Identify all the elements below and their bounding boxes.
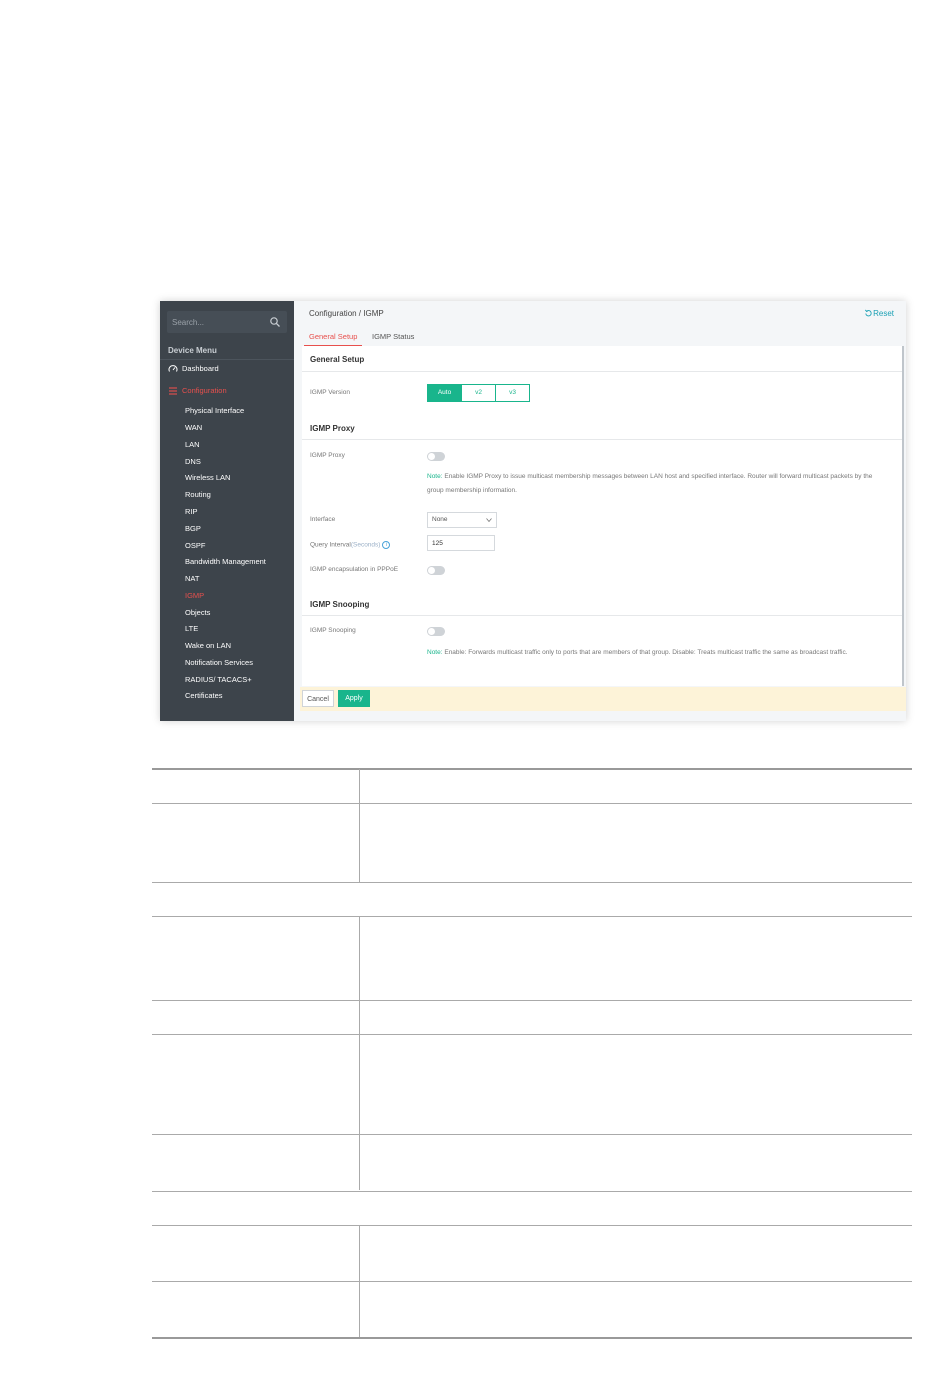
configuration-icon: [169, 387, 177, 395]
sidebar: Device Menu Dashboard Configuration Phys…: [160, 301, 294, 721]
igmp-proxy-note: Note: Enable IGMP Proxy to issue multica…: [427, 470, 877, 498]
tab-bar: General Setup IGMP Status: [300, 329, 900, 347]
search-icon[interactable]: [269, 316, 281, 328]
sidebar-item-igmp[interactable]: IGMP: [185, 591, 204, 600]
query-interval-input[interactable]: [427, 535, 495, 551]
table-row-divider: [152, 916, 912, 917]
sidebar-item-ospf[interactable]: OSPF: [185, 541, 205, 550]
dashboard-icon: [168, 365, 178, 372]
sidebar-item-objects[interactable]: Objects: [185, 608, 210, 617]
breadcrumb: Configuration / IGMP: [309, 309, 384, 318]
table-column-divider: [359, 1225, 360, 1337]
section-divider: [302, 439, 902, 440]
sidebar-item-routing[interactable]: Routing: [185, 490, 211, 499]
reset-icon: [865, 310, 872, 317]
menu-divider: [160, 359, 294, 360]
table-row-divider: [152, 1034, 912, 1035]
reset-label: Reset: [873, 309, 894, 318]
igmp-snooping-toggle[interactable]: [427, 627, 445, 636]
igmp-snooping-note: Note: Enable: Forwards multicast traffic…: [427, 646, 877, 660]
sidebar-item-rip[interactable]: RIP: [185, 507, 198, 516]
search-box[interactable]: [167, 311, 287, 333]
table-row-divider: [152, 1000, 912, 1001]
pppoe-encapsulation-toggle[interactable]: [427, 566, 445, 575]
sidebar-item-bandwidth-management[interactable]: Bandwidth Management: [185, 557, 266, 566]
sidebar-item-physical-interface[interactable]: Physical Interface: [185, 406, 244, 415]
chevron-down-icon: [486, 518, 492, 523]
query-interval-text: Query Interval: [310, 541, 351, 549]
igmp-screenshot: Device Menu Dashboard Configuration Phys…: [160, 301, 906, 721]
main-content: Configuration / IGMP Reset General Setup…: [294, 301, 906, 721]
sidebar-item-configuration[interactable]: Configuration: [182, 386, 227, 395]
sidebar-item-certificates[interactable]: Certificates: [185, 691, 223, 700]
table-row-divider: [152, 1191, 912, 1192]
general-setup-title: General Setup: [310, 355, 365, 364]
table-column-divider: [359, 769, 360, 882]
interface-select[interactable]: None: [427, 512, 497, 528]
sidebar-item-lte[interactable]: LTE: [185, 624, 198, 633]
igmp-proxy-label: IGMP Proxy: [310, 452, 345, 459]
note-text: Enable: Forwards multicast traffic only …: [444, 649, 848, 656]
igmp-snooping-title: IGMP Snooping: [310, 600, 370, 609]
table-row-divider: [152, 803, 912, 804]
tab-igmp-status[interactable]: IGMP Status: [372, 332, 414, 341]
sidebar-item-notification-services[interactable]: Notification Services: [185, 658, 253, 667]
sidebar-item-nat[interactable]: NAT: [185, 574, 199, 583]
section-divider: [302, 615, 902, 616]
igmp-version-label: IGMP Version: [310, 389, 350, 396]
query-interval-label: Query Interval(Seconds) i: [310, 541, 391, 549]
sidebar-item-radius-tacacs[interactable]: RADIUS/ TACACS+: [185, 675, 252, 684]
sidebar-item-wan[interactable]: WAN: [185, 423, 202, 432]
sidebar-item-lan[interactable]: LAN: [185, 440, 200, 449]
table-row-divider: [152, 1225, 912, 1226]
action-bar: Cancel Apply: [300, 687, 906, 711]
table-bottom-border: [152, 1337, 912, 1339]
note-key: Note:: [427, 649, 443, 656]
tab-general-setup[interactable]: General Setup: [309, 332, 357, 341]
note-text: Enable IGMP Proxy to issue multicast mem…: [427, 473, 873, 494]
igmp-version-selector: Auto v2 v3: [427, 384, 530, 402]
igmp-proxy-toggle[interactable]: [427, 452, 445, 461]
table-row-divider: [152, 882, 912, 883]
search-input[interactable]: [172, 311, 264, 333]
table-row-divider: [152, 1134, 912, 1135]
sidebar-item-dns[interactable]: DNS: [185, 457, 201, 466]
query-interval-unit: (Seconds): [350, 541, 381, 549]
info-icon[interactable]: i: [382, 541, 391, 549]
note-key: Note:: [427, 473, 443, 480]
cancel-button[interactable]: Cancel: [302, 690, 334, 707]
interface-value: None: [432, 516, 448, 523]
igmp-version-v2[interactable]: v2: [461, 385, 495, 401]
section-divider: [302, 371, 902, 372]
table-top-border: [152, 768, 912, 770]
apply-button[interactable]: Apply: [338, 690, 370, 707]
igmp-proxy-title: IGMP Proxy: [310, 424, 355, 433]
interface-label: Interface: [310, 516, 336, 523]
igmp-version-auto[interactable]: Auto: [428, 385, 461, 401]
menu-title: Device Menu: [168, 346, 217, 355]
reset-button[interactable]: Reset: [864, 309, 894, 318]
sidebar-item-wake-on-lan[interactable]: Wake on LAN: [185, 641, 231, 650]
sidebar-item-bgp[interactable]: BGP: [185, 524, 201, 533]
sidebar-item-wireless-lan[interactable]: Wireless LAN: [185, 473, 230, 482]
pppoe-encapsulation-label: IGMP encapsulation in PPPoE: [310, 566, 399, 573]
settings-panel: General Setup IGMP Version Auto v2 v3 IG…: [302, 346, 904, 686]
sidebar-item-dashboard[interactable]: Dashboard: [182, 364, 219, 373]
table-column-divider: [359, 916, 360, 1190]
igmp-version-v3[interactable]: v3: [495, 385, 529, 401]
igmp-snooping-label: IGMP Snooping: [310, 627, 356, 634]
table-row-divider: [152, 1281, 912, 1282]
